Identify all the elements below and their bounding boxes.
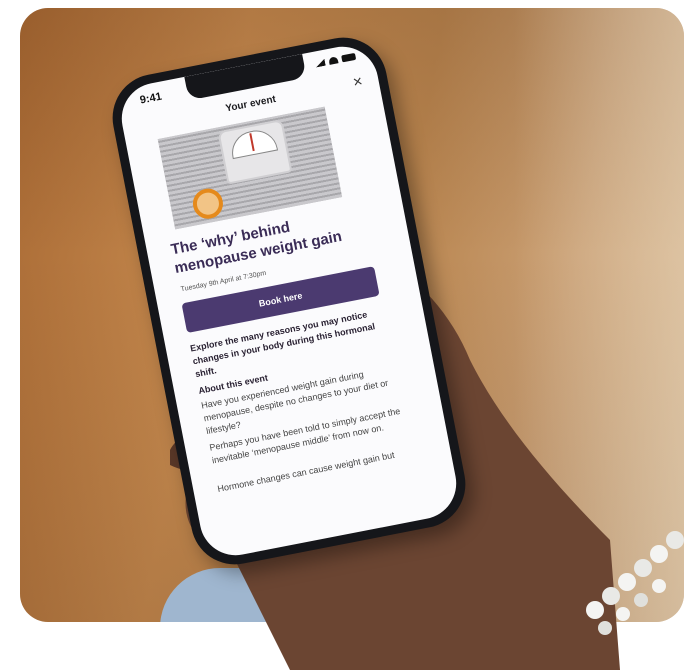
bracelet — [586, 531, 684, 635]
wifi-icon — [328, 56, 339, 65]
status-time: 9:41 — [138, 90, 163, 107]
status-icons — [315, 52, 357, 68]
signal-icon — [315, 59, 326, 68]
battery-icon — [341, 52, 357, 63]
